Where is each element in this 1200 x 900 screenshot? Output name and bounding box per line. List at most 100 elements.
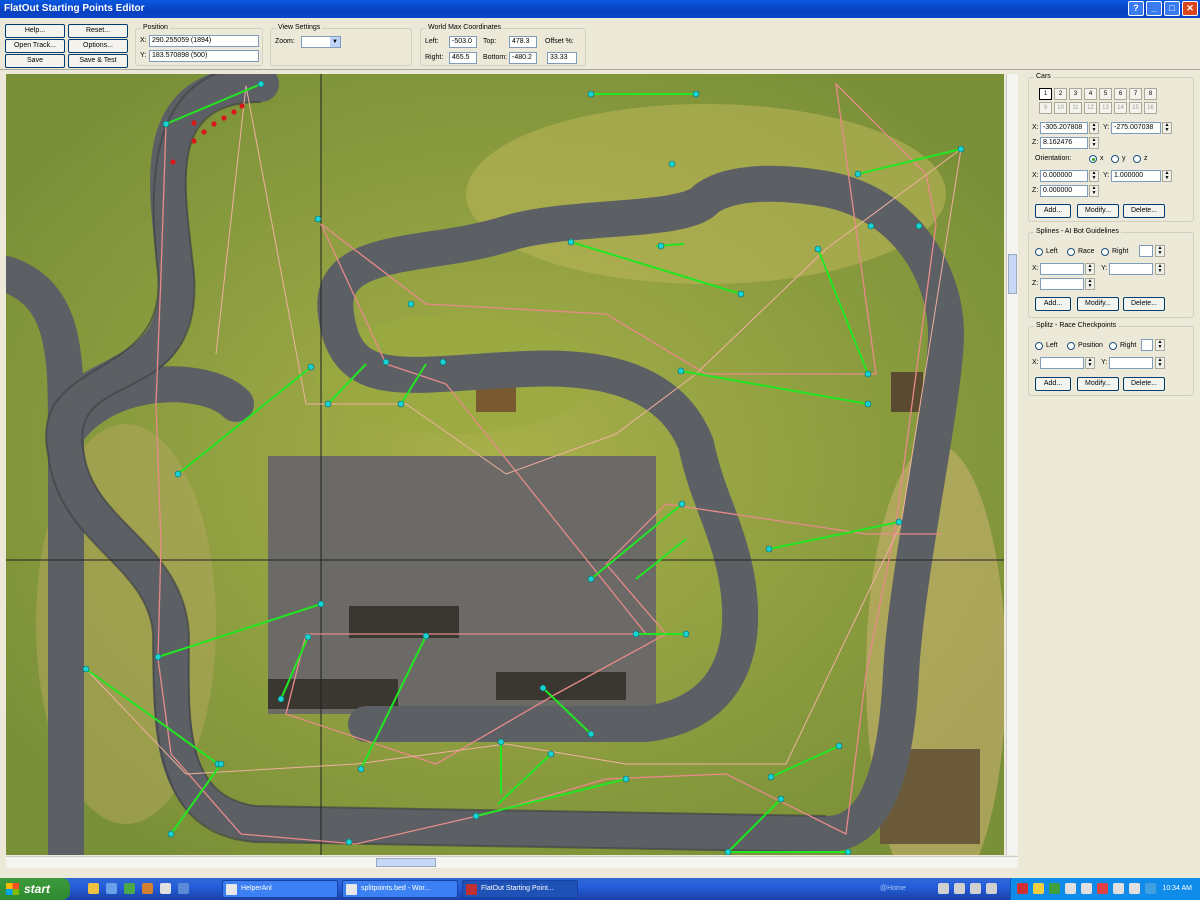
spline-add-button[interactable]: Add... [1035,297,1071,311]
car-button-10[interactable]: 10 [1054,102,1067,114]
task-helperanl[interactable]: HelperAnl [222,880,338,898]
spline-right-radio[interactable] [1101,248,1109,256]
spline-x-spinner[interactable]: ▲ ▼ [1085,263,1095,275]
checkpoint-index-spinner[interactable]: ▲ ▼ [1155,339,1165,351]
position-y-field[interactable]: 183.570898 (500) [149,50,259,62]
track-map-canvas[interactable] [6,74,1004,855]
car-button-16[interactable]: 16 [1144,102,1157,114]
car-button-9[interactable]: 9 [1039,102,1052,114]
checkpoint-x-field[interactable] [1040,357,1084,369]
car-z-spinner[interactable]: ▲ ▼ [1089,137,1099,149]
car-button-4[interactable]: 4 [1084,88,1097,100]
car-z-field[interactable]: 8.162476 [1040,137,1088,149]
car-button-6[interactable]: 6 [1114,88,1127,100]
orient-y-field[interactable]: 1.000000 [1111,170,1161,182]
start-button[interactable]: start [0,878,70,900]
checkpoint-y-field[interactable] [1109,357,1153,369]
orient-z-spinner[interactable]: ▲ ▼ [1089,185,1099,197]
tray-icon[interactable] [938,883,949,894]
tray-icon[interactable] [1113,883,1124,894]
volume-icon[interactable] [1129,883,1140,894]
antivirus-icon[interactable] [1017,883,1028,894]
spline-modify-button[interactable]: Modify... [1077,297,1119,311]
checkpoint-delete-button[interactable]: Delete... [1123,377,1165,391]
app-icon[interactable] [160,883,171,894]
help-button[interactable]: Help... [5,24,65,38]
checkpoint-modify-button[interactable]: Modify... [1077,377,1119,391]
position-x-field[interactable]: 290.255059 (1894) [149,35,259,47]
spline-delete-button[interactable]: Delete... [1123,297,1165,311]
options-button[interactable]: Options... [68,39,128,53]
world-top-field[interactable]: 478.3 [509,36,537,48]
car-button-12[interactable]: 12 [1084,102,1097,114]
spline-race-radio[interactable] [1067,248,1075,256]
car-y-spinner[interactable]: ▲ ▼ [1162,122,1172,134]
checkpoint-x-spinner[interactable]: ▲ ▼ [1085,357,1095,369]
track-map[interactable] [6,74,1004,855]
spline-z-spinner[interactable]: ▲ ▼ [1085,278,1095,290]
orient-x-spinner[interactable]: ▲ ▼ [1089,170,1099,182]
checkpoint-y-spinner[interactable]: ▲ ▼ [1155,357,1165,369]
checkpoint-add-button[interactable]: Add... [1035,377,1071,391]
task-splitpoints[interactable]: splitpoints.bed - Wor... [342,880,458,898]
tray-icon[interactable] [1049,883,1060,894]
car-button-2[interactable]: 2 [1054,88,1067,100]
orientation-x-radio[interactable] [1089,155,1097,163]
save-test-button[interactable]: Save & Test [68,54,128,68]
scroll-thumb[interactable] [376,858,436,867]
checkpoint-index-field[interactable] [1141,339,1153,351]
task-flatout-editor[interactable]: FlatOut Starting Point... [462,880,578,898]
orient-y-spinner[interactable]: ▲ ▼ [1162,170,1172,182]
spline-y-spinner[interactable]: ▲ ▼ [1155,263,1165,275]
tray-icon[interactable] [970,883,981,894]
orient-z-field[interactable]: 0.000000 [1040,185,1088,197]
checkpoint-right-radio[interactable] [1109,342,1117,350]
car-delete-button[interactable]: Delete... [1123,204,1165,218]
open-track-button[interactable]: Open Track... [5,39,65,53]
car-button-1[interactable]: 1 [1039,88,1052,100]
tray-icon[interactable] [1033,883,1044,894]
orient-x-field[interactable]: 0.000000 [1040,170,1088,182]
car-button-14[interactable]: 14 [1114,102,1127,114]
spline-left-radio[interactable] [1035,248,1043,256]
network-icon[interactable] [178,883,189,894]
help-window-button[interactable]: ? [1128,1,1144,16]
zoom-select[interactable]: ▼ [301,36,341,48]
spline-x-field[interactable] [1040,263,1084,275]
car-button-7[interactable]: 7 [1129,88,1142,100]
vertical-scrollbar[interactable] [1006,74,1018,855]
tray-icon[interactable] [1081,883,1092,894]
car-button-11[interactable]: 11 [1069,102,1082,114]
scroll-thumb[interactable] [1008,254,1017,294]
car-button-3[interactable]: 3 [1069,88,1082,100]
car-add-button[interactable]: Add... [1035,204,1071,218]
car-button-5[interactable]: 5 [1099,88,1112,100]
tray-icon[interactable] [954,883,965,894]
checkpoint-left-radio[interactable] [1035,342,1043,350]
orientation-y-radio[interactable] [1111,155,1119,163]
tray-icon[interactable] [1065,883,1076,894]
car-y-field[interactable]: -275.007038 [1111,122,1161,134]
spline-z-field[interactable] [1040,278,1084,290]
tray-icon[interactable] [1097,883,1108,894]
chevron-down-icon[interactable]: ▼ [330,37,340,47]
checkpoint-position-radio[interactable] [1067,342,1075,350]
tray-icon[interactable] [986,883,997,894]
car-modify-button[interactable]: Modify... [1077,204,1119,218]
desktop-icon[interactable] [88,883,99,894]
spline-index-field[interactable] [1139,245,1153,257]
orientation-z-radio[interactable] [1133,155,1141,163]
spline-y-field[interactable] [1109,263,1153,275]
car-button-15[interactable]: 15 [1129,102,1142,114]
world-bottom-field[interactable]: -480.2 [509,52,537,64]
car-x-field[interactable]: -305.207808 [1040,122,1088,134]
world-right-field[interactable]: 465.5 [449,52,477,64]
close-button[interactable]: ✕ [1182,1,1198,16]
maximize-button[interactable]: □ [1164,1,1180,16]
spline-index-spinner[interactable]: ▲ ▼ [1155,245,1165,257]
explorer-icon[interactable] [106,883,117,894]
world-left-field[interactable]: -503.0 [449,36,477,48]
car-button-13[interactable]: 13 [1099,102,1112,114]
car-button-8[interactable]: 8 [1144,88,1157,100]
horizontal-scrollbar[interactable] [6,856,1018,868]
